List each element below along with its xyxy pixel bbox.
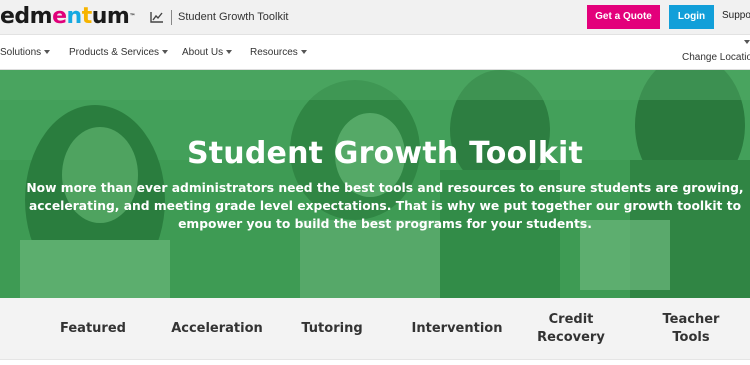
chevron-down-icon[interactable] — [744, 40, 750, 44]
get-a-quote-button[interactable]: Get a Quote — [587, 5, 660, 29]
nav-item-solutions[interactable]: Solutions — [0, 47, 51, 58]
hero-banner: Student Growth Toolkit Now more than eve… — [0, 70, 750, 298]
tab-intervention[interactable]: Intervention — [402, 298, 512, 360]
chevron-down-icon — [226, 50, 233, 55]
nav-item-label: About Us — [182, 47, 224, 58]
logo-text-1: edm — [0, 4, 53, 29]
top-bar: edmentum™ Student Growth Toolkit Get a Q… — [0, 0, 750, 35]
logo-text-2: e — [52, 4, 67, 29]
nav-item-label: Products & Services — [69, 47, 160, 58]
tab-credit-recovery[interactable]: Credit Recovery — [531, 298, 611, 360]
nav-item-about-us[interactable]: About Us — [182, 47, 233, 58]
tab-featured[interactable]: Featured — [43, 298, 143, 360]
nav-item-resources[interactable]: Resources — [250, 47, 307, 58]
nav-item-label: Solutions — [0, 47, 42, 58]
breadcrumb-title[interactable]: Student Growth Toolkit — [178, 11, 288, 23]
login-button[interactable]: Login — [669, 5, 714, 29]
nav-item-label: Resources — [250, 47, 298, 58]
chevron-down-icon — [300, 50, 307, 55]
tab-tutoring[interactable]: Tutoring — [287, 298, 377, 360]
logo-trademark: ™ — [129, 13, 135, 20]
main-nav: Solutions Products & Services About Us R… — [0, 35, 750, 70]
logo-text-3: n — [66, 4, 83, 29]
change-location-link[interactable]: Change Location — [682, 52, 750, 63]
chevron-down-icon — [44, 50, 51, 55]
tab-acceleration[interactable]: Acceleration — [162, 298, 272, 360]
logo-text-4: t — [81, 4, 93, 29]
support-link[interactable]: Suppo — [722, 10, 750, 21]
breadcrumb-divider — [171, 10, 172, 25]
hero-title: Student Growth Toolkit — [186, 136, 584, 171]
edmentum-logo[interactable]: edmentum™ — [0, 4, 135, 30]
hero-description: Now more than ever administrators need t… — [26, 181, 744, 231]
tab-teacher-tools[interactable]: Teacher Tools — [646, 298, 736, 360]
logo-text-6: m — [106, 4, 130, 29]
logo-text-5: u — [91, 4, 108, 29]
chart-line-icon — [150, 12, 163, 23]
category-tabs: Featured Acceleration Tutoring Intervent… — [0, 298, 750, 360]
page-bottom-strip — [0, 360, 750, 365]
chevron-down-icon — [162, 50, 169, 55]
nav-item-products-services[interactable]: Products & Services — [69, 47, 169, 58]
